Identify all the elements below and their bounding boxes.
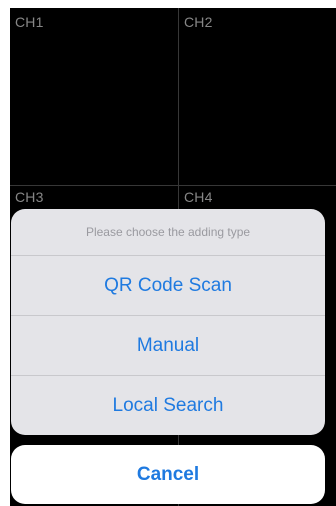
adding-type-action-sheet: Please choose the adding type QR Code Sc… <box>11 209 325 435</box>
action-sheet-title: Please choose the adding type <box>11 209 325 256</box>
cancel-button[interactable]: Cancel <box>11 445 325 504</box>
manual-button[interactable]: Manual <box>11 316 325 376</box>
local-search-button[interactable]: Local Search <box>11 376 325 435</box>
qr-code-scan-button[interactable]: QR Code Scan <box>11 256 325 316</box>
